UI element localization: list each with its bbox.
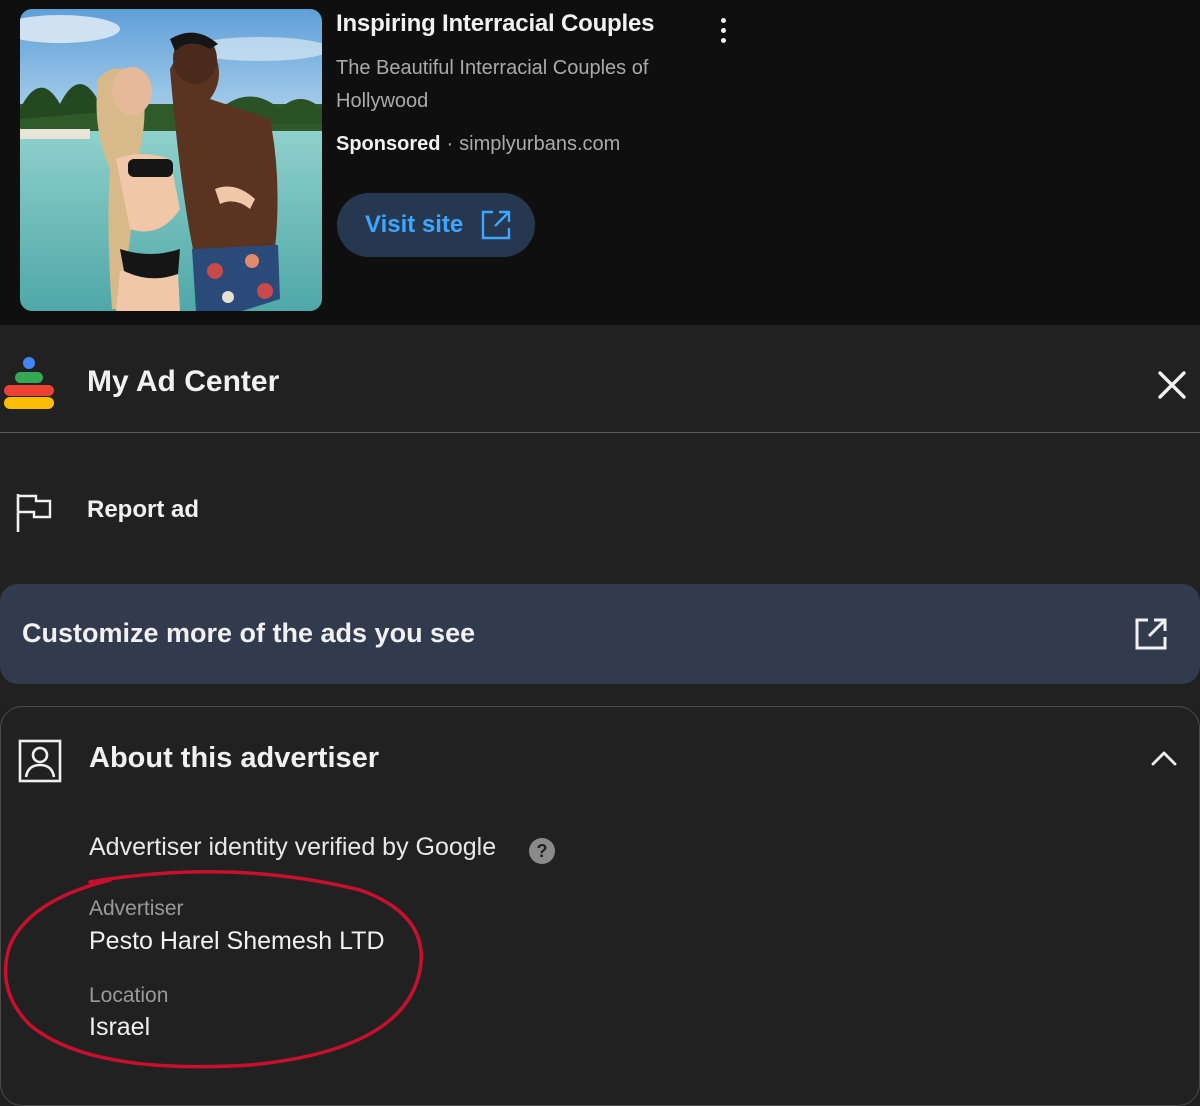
customize-ads-button[interactable]: Customize more of the ads you see — [0, 584, 1200, 684]
about-advertiser-section: About this advertiser Advertiser identit… — [0, 706, 1200, 1106]
sponsored-ad-card: Inspiring Interracial Couples The Beauti… — [0, 0, 1200, 325]
ad-meta: Sponsored · simplyurbans.com — [336, 133, 620, 156]
verified-identity-text: Advertiser identity verified by Google — [89, 833, 497, 861]
ad-description: The Beautiful Interracial Couples of Hol… — [336, 57, 649, 112]
meta-separator: · — [446, 133, 454, 155]
close-icon[interactable] — [1152, 365, 1192, 405]
about-advertiser-toggle[interactable]: About this advertiser — [1, 707, 1200, 807]
visit-site-label: Visit site — [365, 211, 464, 238]
open-in-new-icon — [482, 210, 511, 240]
location-label: Location — [89, 984, 169, 1007]
my-ad-center-logo — [4, 357, 54, 409]
report-ad-label: Report ad — [87, 496, 200, 523]
open-in-new-icon — [1135, 618, 1167, 650]
customize-ads-label: Customize more of the ads you see — [22, 618, 476, 648]
visit-site-button[interactable]: Visit site — [337, 193, 535, 257]
help-icon[interactable]: ? — [528, 837, 556, 865]
report-ad-button[interactable]: Report ad — [0, 470, 600, 550]
location-value: Israel — [89, 1013, 151, 1041]
ad-thumbnail[interactable] — [20, 9, 322, 311]
flag-icon — [16, 494, 52, 532]
advertiser-name: Pesto Harel Shemesh LTD — [89, 927, 385, 955]
person-icon — [18, 739, 62, 783]
about-advertiser-title: About this advertiser — [89, 742, 380, 774]
sponsored-label: Sponsored — [336, 133, 441, 155]
ad-domain: simplyurbans.com — [459, 133, 621, 155]
ad-thumbnail-image — [20, 9, 322, 311]
ad-title[interactable]: Inspiring Interracial Couples — [336, 10, 654, 38]
advertiser-label: Advertiser — [89, 897, 184, 920]
ad-center-title: My Ad Center — [87, 365, 280, 398]
chevron-up-icon[interactable] — [1149, 747, 1179, 769]
svg-text:?: ? — [537, 841, 548, 861]
more-vert-icon[interactable] — [706, 10, 740, 50]
